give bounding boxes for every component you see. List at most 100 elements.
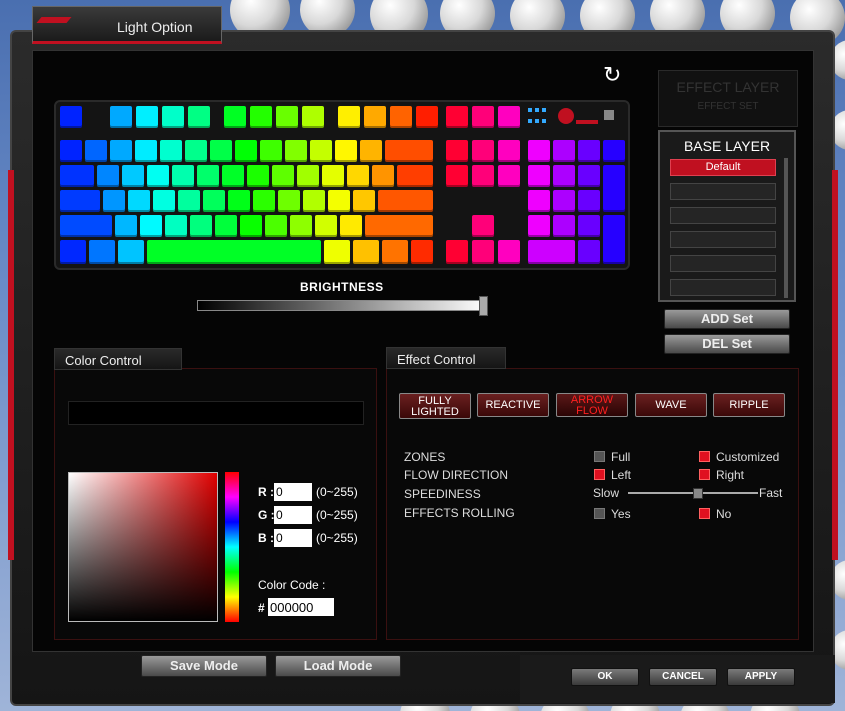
keyboard-key[interactable] — [118, 240, 144, 264]
cancel-button[interactable]: CANCEL — [649, 668, 717, 686]
keyboard-key[interactable] — [162, 106, 184, 128]
apply-button[interactable]: APPLY — [727, 668, 795, 686]
layer-slot-default[interactable]: Default — [670, 159, 776, 176]
keyboard-key[interactable] — [250, 106, 272, 128]
keyboard-key[interactable] — [553, 140, 575, 162]
keyboard-key[interactable] — [136, 106, 158, 128]
keyboard-key[interactable] — [147, 240, 321, 264]
hue-slider[interactable] — [225, 472, 239, 622]
keyboard-key[interactable] — [446, 140, 468, 162]
keyboard-key[interactable] — [97, 165, 119, 187]
keyboard-key[interactable] — [347, 165, 369, 187]
keyboard-key[interactable] — [272, 165, 294, 187]
keyboard-key[interactable] — [122, 165, 144, 187]
keyboard-key[interactable] — [285, 140, 307, 162]
keyboard-key[interactable] — [215, 215, 237, 237]
keyboard-key[interactable] — [178, 190, 200, 212]
keyboard-key[interactable] — [276, 106, 298, 128]
keyboard-key[interactable] — [472, 106, 494, 128]
mode-arrow-flow-button[interactable]: ARROW FLOW — [556, 393, 628, 417]
keyboard-key[interactable] — [378, 190, 433, 212]
keyboard-key[interactable] — [85, 140, 107, 162]
flow-left-checkbox[interactable] — [594, 469, 605, 480]
keyboard-key[interactable] — [416, 106, 438, 128]
add-set-button[interactable]: ADD Set — [664, 309, 790, 329]
blue-input[interactable] — [274, 529, 312, 547]
keyboard-key[interactable] — [110, 140, 132, 162]
green-input[interactable] — [274, 506, 312, 524]
keyboard-key[interactable] — [472, 140, 494, 162]
keyboard-key[interactable] — [190, 215, 212, 237]
keyboard-key[interactable] — [103, 190, 125, 212]
keyboard-key[interactable] — [603, 215, 625, 264]
keyboard-key[interactable] — [253, 190, 275, 212]
keyboard-key[interactable] — [328, 190, 350, 212]
keyboard-key[interactable] — [110, 106, 132, 128]
keyboard-key[interactable] — [528, 165, 550, 187]
layer-slot[interactable] — [670, 183, 776, 200]
keyboard-key[interactable] — [222, 165, 244, 187]
keyboard-key[interactable] — [385, 140, 433, 162]
keyboard-key[interactable] — [603, 165, 625, 212]
keyboard-key[interactable] — [188, 106, 210, 128]
mode-fully-lighted-button[interactable]: FULLY LIGHTED — [399, 393, 471, 419]
keyboard-key[interactable] — [446, 106, 468, 128]
keyboard-key[interactable] — [224, 106, 246, 128]
keyboard-key[interactable] — [390, 106, 412, 128]
keyboard-key[interactable] — [472, 215, 494, 237]
brightness-slider[interactable] — [197, 300, 487, 311]
keyboard-key[interactable] — [60, 190, 100, 212]
load-mode-button[interactable]: Load Mode — [275, 655, 401, 677]
keyboard-key[interactable] — [60, 140, 82, 162]
keyboard-key[interactable] — [128, 190, 150, 212]
keyboard-key[interactable] — [197, 165, 219, 187]
keyboard-key[interactable] — [185, 140, 207, 162]
del-set-button[interactable]: DEL Set — [664, 334, 790, 354]
layer-scrollbar[interactable] — [784, 158, 788, 298]
save-mode-button[interactable]: Save Mode — [141, 655, 267, 677]
keyboard-key[interactable] — [303, 190, 325, 212]
keyboard-key[interactable] — [240, 215, 262, 237]
keyboard-key[interactable] — [322, 165, 344, 187]
keyboard-key[interactable] — [578, 190, 600, 212]
keyboard-key[interactable] — [578, 215, 600, 237]
keyboard-key[interactable] — [353, 190, 375, 212]
keyboard-key[interactable] — [89, 240, 115, 264]
keyboard-key[interactable] — [140, 215, 162, 237]
keyboard-key[interactable] — [446, 165, 468, 187]
keyboard-key[interactable] — [135, 140, 157, 162]
layer-slot[interactable] — [670, 231, 776, 248]
keyboard-key[interactable] — [364, 106, 386, 128]
keyboard-key[interactable] — [603, 140, 625, 162]
keyboard-key[interactable] — [278, 190, 300, 212]
keyboard-key[interactable] — [60, 106, 82, 128]
keyboard-key[interactable] — [553, 190, 575, 212]
speediness-slider-thumb[interactable] — [693, 488, 703, 499]
keyboard-key[interactable] — [498, 165, 520, 187]
color-code-input[interactable] — [268, 598, 334, 616]
mode-reactive-button[interactable]: REACTIVE — [477, 393, 549, 417]
keyboard-key[interactable] — [324, 240, 350, 264]
keyboard-key[interactable] — [553, 215, 575, 237]
keyboard-key[interactable] — [382, 240, 408, 264]
keyboard-key[interactable] — [115, 215, 137, 237]
rolling-no-checkbox[interactable] — [699, 508, 710, 519]
zones-full-checkbox[interactable] — [594, 451, 605, 462]
keyboard-key[interactable] — [553, 165, 575, 187]
brightness-slider-thumb[interactable] — [479, 296, 488, 316]
keyboard-key[interactable] — [528, 240, 575, 264]
keyboard-key[interactable] — [498, 140, 520, 162]
layer-slot[interactable] — [670, 255, 776, 272]
mode-wave-button[interactable]: WAVE — [635, 393, 707, 417]
keyboard-key[interactable] — [528, 190, 550, 212]
keyboard-key[interactable] — [265, 215, 287, 237]
keyboard-key[interactable] — [60, 240, 86, 264]
keyboard-key[interactable] — [578, 240, 600, 264]
keyboard-key[interactable] — [153, 190, 175, 212]
keyboard-key[interactable] — [302, 106, 324, 128]
layer-slot[interactable] — [670, 207, 776, 224]
keyboard-key[interactable] — [578, 165, 600, 187]
keyboard-key[interactable] — [60, 215, 112, 237]
red-input[interactable] — [274, 483, 312, 501]
keyboard-key[interactable] — [235, 140, 257, 162]
